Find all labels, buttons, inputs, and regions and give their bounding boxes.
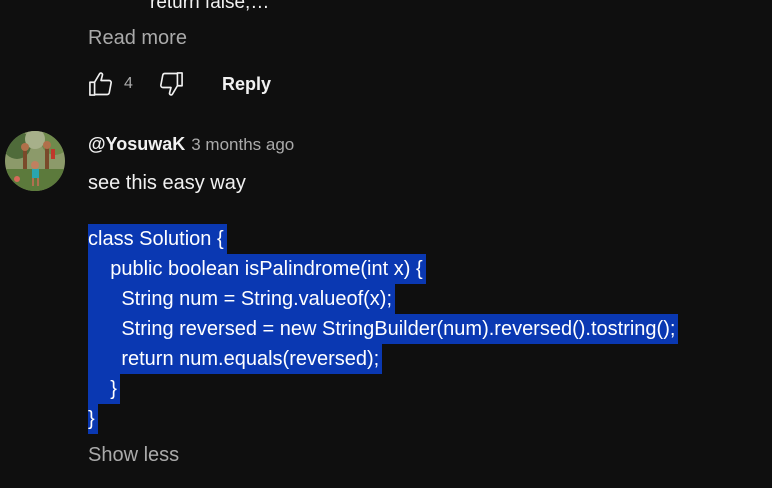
read-more-button[interactable]: Read more — [88, 27, 187, 50]
avatar-image — [5, 131, 65, 191]
code-line: } — [88, 374, 678, 404]
like-button[interactable] — [86, 69, 116, 99]
dislike-button[interactable] — [156, 69, 186, 99]
code-line: String reversed = new StringBuilder(num)… — [88, 314, 679, 344]
thumbs-up-icon — [89, 72, 112, 96]
code-line-text: String num = String.valueof(x); — [88, 284, 396, 314]
comment-action-bar: 4 Reply — [86, 68, 271, 100]
previous-comment-truncated-text: return false;… — [150, 0, 270, 13]
code-line-text: } — [88, 404, 98, 434]
code-line-text: String reversed = new StringBuilder(num)… — [88, 314, 679, 344]
code-line: class Solution { — [88, 224, 678, 254]
reply-button[interactable]: Reply — [222, 74, 271, 95]
code-line-text: } — [88, 374, 120, 404]
code-line: return num.equals(reversed); — [88, 344, 678, 374]
comment-timestamp[interactable]: 3 months ago — [191, 135, 294, 155]
code-line: } — [88, 404, 678, 434]
avatar[interactable] — [5, 131, 65, 191]
code-line-text: public boolean isPalindrome(int x) { — [88, 254, 426, 284]
author-name[interactable]: @YosuwaK — [88, 134, 185, 155]
comment-header: @YosuwaK 3 months ago — [88, 134, 294, 155]
comment-thread: return false;… Read more 4 Reply @Yosuwa… — [0, 0, 772, 488]
code-line-text: class Solution { — [88, 224, 227, 254]
code-line: String num = String.valueof(x); — [88, 284, 678, 314]
comment-text: see this easy way — [88, 172, 246, 194]
selected-code-block: class Solution { public boolean isPalind… — [88, 224, 679, 434]
thumbs-down-icon — [160, 72, 183, 96]
code-line-text: return num.equals(reversed); — [88, 344, 383, 374]
show-less-button[interactable]: Show less — [88, 444, 179, 467]
like-count: 4 — [124, 75, 133, 92]
code-line: public boolean isPalindrome(int x) { — [88, 254, 678, 284]
